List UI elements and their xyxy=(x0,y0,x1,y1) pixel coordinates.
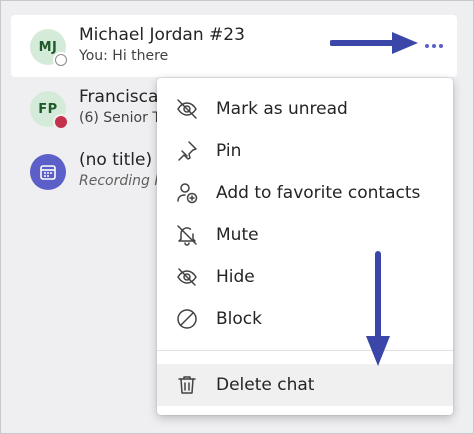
arrow-down-annotation-icon xyxy=(366,251,390,366)
menu-item-add-favorite[interactable]: Add to favorite contacts xyxy=(157,172,453,214)
avatar-initials: FP xyxy=(38,101,58,117)
chat-name: (no title) xyxy=(79,150,153,170)
menu-item-label: Hide xyxy=(216,267,255,287)
more-options-dot xyxy=(439,44,443,48)
avatar: MJ xyxy=(30,29,69,68)
bell-off-icon xyxy=(177,225,197,246)
trash-icon xyxy=(178,376,196,394)
menu-item-label: Delete chat xyxy=(216,375,315,395)
presence-offline-icon xyxy=(53,52,69,68)
menu-divider xyxy=(157,350,453,351)
avatar-initials: MJ xyxy=(38,39,58,55)
presence-busy-icon xyxy=(53,114,69,130)
menu-item-hide[interactable]: Hide xyxy=(157,256,453,298)
pin-icon xyxy=(178,141,197,161)
menu-item-label: Mute xyxy=(216,225,259,245)
arrow-right-annotation-icon xyxy=(330,32,418,54)
chat-name: Francisca xyxy=(79,87,159,107)
menu-item-mark-unread[interactable]: Mark as unread xyxy=(157,88,453,130)
menu-item-block[interactable]: Block xyxy=(157,298,453,340)
menu-item-label: Add to favorite contacts xyxy=(216,183,421,203)
menu-item-label: Mark as unread xyxy=(216,99,348,119)
chat-name: Michael Jordan #23 xyxy=(79,25,245,45)
calendar-icon xyxy=(40,165,56,180)
chat-preview: Recording F xyxy=(79,173,163,189)
menu-item-label: Block xyxy=(216,309,262,329)
block-icon xyxy=(177,309,197,329)
menu-item-label: Pin xyxy=(216,141,242,161)
more-options-icon xyxy=(425,44,429,48)
avatar: FP xyxy=(30,91,69,130)
eye-off-icon xyxy=(177,99,197,119)
more-options-dot xyxy=(432,44,436,48)
menu-item-pin[interactable]: Pin xyxy=(157,130,453,172)
menu-item-delete-chat[interactable]: Delete chat xyxy=(157,364,453,406)
person-add-icon xyxy=(177,183,198,204)
chat-preview: (6) Senior T xyxy=(79,110,161,126)
meeting-avatar xyxy=(30,154,66,190)
chat-context-menu: Mark as unread Pin Add to favorite conta… xyxy=(157,78,453,415)
chat-preview: You: Hi there xyxy=(79,48,169,64)
eye-slash-icon xyxy=(177,268,197,286)
menu-item-mute[interactable]: Mute xyxy=(157,214,453,256)
more-options-button[interactable] xyxy=(422,37,446,55)
